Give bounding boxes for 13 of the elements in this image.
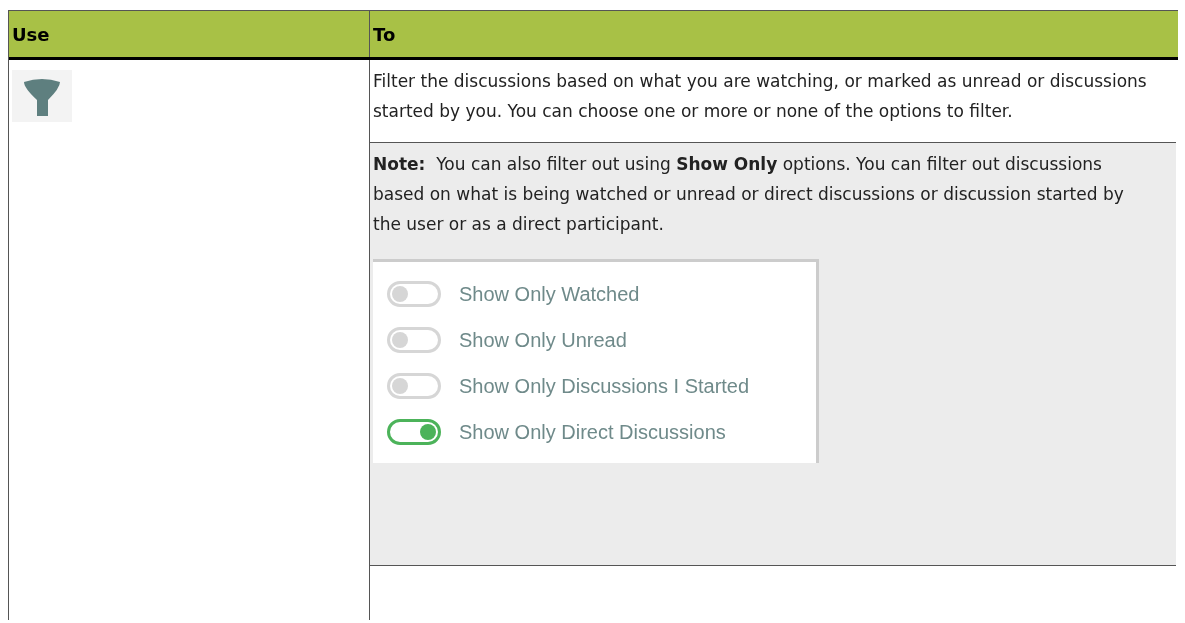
filter-icon xyxy=(12,70,72,122)
toggle-switch[interactable] xyxy=(387,280,441,307)
description-text: Filter the discussions based on what you are watching, or marked as unread or discussions started by you. You can choose one or more or none of the options to filter. xyxy=(372,70,1148,123)
toggle-label: Show Only Watched xyxy=(459,281,640,307)
toggle-switch[interactable] xyxy=(387,418,441,445)
toggle-label: Show Only Direct Discussions xyxy=(459,419,726,445)
note-text: Note: You can also filter out using Show Only options. You can filter out discussions based on what is being watched or unread or direct discussions or discussion started by the user or as a direct participant. xyxy=(373,153,1125,236)
toggle-label: Show Only Discussions I Started xyxy=(459,373,750,399)
toggle-switch[interactable] xyxy=(387,326,441,353)
column-header: To xyxy=(372,22,397,47)
column-header: Use xyxy=(11,22,51,47)
toggle-switch[interactable] xyxy=(387,372,441,399)
toggle-label: Show Only Unread xyxy=(459,327,627,353)
